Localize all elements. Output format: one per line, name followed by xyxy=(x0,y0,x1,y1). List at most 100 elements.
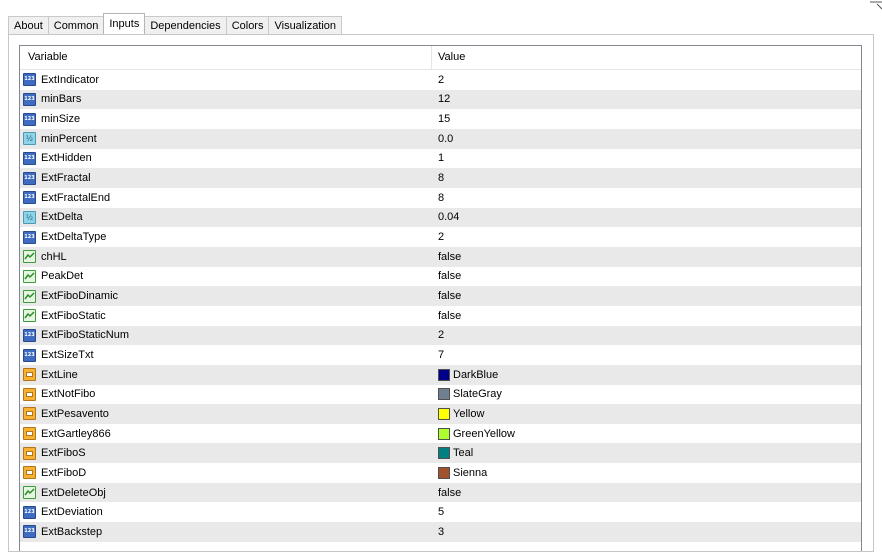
table-row[interactable]: ExtHidden 1 xyxy=(20,149,861,169)
variable-cell: ExtDeviation xyxy=(20,505,432,519)
value-cell[interactable]: false xyxy=(432,310,861,322)
table-row[interactable]: ExtGartley866 GreenYellow xyxy=(20,424,861,444)
table-row[interactable]: minBars 12 xyxy=(20,89,861,110)
value-cell[interactable]: false xyxy=(432,251,861,263)
value-text: 8 xyxy=(438,172,445,185)
integer-type-icon xyxy=(23,505,36,519)
table-row[interactable]: ExtBackstep 3 xyxy=(20,522,861,542)
value-cell[interactable]: 2 xyxy=(432,231,861,243)
variable-name: ExtBackstep xyxy=(41,525,103,538)
value-cell[interactable]: false xyxy=(432,290,861,302)
variable-cell: ExtHidden xyxy=(20,151,432,165)
value-cell[interactable]: SlateGray xyxy=(432,388,861,401)
table-row[interactable]: ExtFiboStaticNum 2 xyxy=(20,325,861,346)
value-text: 1 xyxy=(438,152,445,165)
color-type-icon xyxy=(23,368,36,382)
integer-type-icon xyxy=(23,73,36,87)
variable-name: ExtGartley866 xyxy=(41,427,111,440)
table-row[interactable]: ExtPesavento Yellow xyxy=(20,404,861,424)
value-cell[interactable]: GreenYellow xyxy=(432,427,861,440)
table-row[interactable]: ExtDeltaType 2 xyxy=(20,227,861,247)
tab-about[interactable]: About xyxy=(8,16,49,34)
variable-cell: ExtSizeTxt xyxy=(20,348,432,362)
color-swatch xyxy=(438,388,450,401)
table-row[interactable]: ExtSizeTxt 7 xyxy=(20,345,861,365)
column-header-variable[interactable]: Variable xyxy=(20,46,432,69)
value-cell[interactable]: false xyxy=(432,270,861,282)
table-row[interactable]: PeakDet false xyxy=(20,267,861,287)
value-cell[interactable]: 2 xyxy=(432,329,861,341)
value-text: Sienna xyxy=(453,466,488,479)
value-cell[interactable]: 12 xyxy=(432,93,861,105)
value-cell[interactable]: 15 xyxy=(432,113,861,125)
column-header-value[interactable]: Value xyxy=(432,46,861,69)
table-row[interactable]: ExtFiboS Teal xyxy=(20,443,861,464)
tab-dependencies[interactable]: Dependencies xyxy=(144,16,227,34)
table-row[interactable]: ExtDeviation 5 xyxy=(20,502,861,522)
table-row[interactable]: ExtDelta 0.04 xyxy=(20,207,861,228)
boolean-type-icon xyxy=(23,486,36,500)
tab-common[interactable]: Common xyxy=(47,16,105,34)
variable-cell: ExtFiboStaticNum xyxy=(20,328,432,342)
value-cell[interactable]: Sienna xyxy=(432,466,861,479)
table-row[interactable]: ExtFractal 8 xyxy=(20,168,861,188)
variable-cell: ExtFiboD xyxy=(20,466,432,480)
integer-type-icon xyxy=(23,230,36,244)
table-row[interactable]: ExtLine DarkBlue xyxy=(20,364,861,385)
variable-name: ExtFractalEnd xyxy=(41,191,111,204)
value-text: 15 xyxy=(438,113,451,126)
table-row[interactable]: ExtFiboDinamic false xyxy=(20,286,861,306)
value-cell[interactable]: 3 xyxy=(432,526,861,538)
table-row[interactable]: ExtDeleteObj false xyxy=(20,482,861,503)
value-cell[interactable]: 8 xyxy=(432,172,861,184)
tab-colors[interactable]: Colors xyxy=(225,16,270,34)
variable-cell: ExtIndicator xyxy=(20,73,432,87)
variable-cell: ExtPesavento xyxy=(20,407,432,421)
value-cell[interactable]: Yellow xyxy=(432,407,861,420)
table-row[interactable]: minPercent 0.0 xyxy=(20,128,861,149)
table-row[interactable]: minSize 15 xyxy=(20,109,861,129)
variable-cell: ExtGartley866 xyxy=(20,427,432,441)
value-text: false xyxy=(438,486,462,499)
value-text: 0.04 xyxy=(438,211,460,224)
close-corner-icon xyxy=(870,1,882,10)
tab-inputs[interactable]: Inputs xyxy=(103,13,146,34)
table-row[interactable]: chHL false xyxy=(20,246,861,267)
integer-type-icon xyxy=(23,328,36,342)
variable-name: ExtFiboD xyxy=(41,466,87,479)
variable-cell: ExtFractalEnd xyxy=(20,191,432,205)
color-type-icon xyxy=(23,446,36,460)
value-cell[interactable]: 1 xyxy=(432,152,861,164)
variable-cell: ExtNotFibo xyxy=(20,387,432,401)
variable-name: ExtDeltaType xyxy=(41,231,107,244)
value-cell[interactable]: 2 xyxy=(432,74,861,86)
table-row[interactable]: ExtFractalEnd 8 xyxy=(20,188,861,208)
table-row[interactable]: ExtFiboStatic false xyxy=(20,306,861,326)
value-cell[interactable]: 5 xyxy=(432,506,861,518)
integer-type-icon xyxy=(23,171,36,185)
variable-cell: ExtFiboStatic xyxy=(20,309,432,323)
value-text: false xyxy=(438,270,462,283)
table-row[interactable]: ExtIndicator 2 xyxy=(20,70,861,90)
variable-cell: ExtLine xyxy=(20,368,432,382)
value-cell[interactable]: Teal xyxy=(432,447,861,460)
table-row[interactable]: ExtNotFibo SlateGray xyxy=(20,385,861,405)
value-cell[interactable]: 7 xyxy=(432,349,861,361)
value-cell[interactable]: 0.0 xyxy=(432,133,861,145)
variable-name: PeakDet xyxy=(41,270,84,283)
value-text: false xyxy=(438,250,462,263)
variable-name: ExtFiboStatic xyxy=(41,309,106,322)
value-cell[interactable]: 0.04 xyxy=(432,211,861,223)
value-cell[interactable]: 8 xyxy=(432,192,861,204)
tab-visualization[interactable]: Visualization xyxy=(268,16,343,34)
color-swatch xyxy=(438,447,450,460)
value-cell[interactable]: false xyxy=(432,487,861,499)
table-row[interactable]: ExtFiboD Sienna xyxy=(20,463,861,483)
value-cell[interactable]: DarkBlue xyxy=(432,368,861,381)
value-text: Yellow xyxy=(453,407,485,420)
value-text: 3 xyxy=(438,525,445,538)
color-type-icon xyxy=(23,466,36,480)
variable-name: ExtDelta xyxy=(41,211,83,224)
variable-name: ExtFiboStaticNum xyxy=(41,329,130,342)
variable-cell: ExtDeltaType xyxy=(20,230,432,244)
